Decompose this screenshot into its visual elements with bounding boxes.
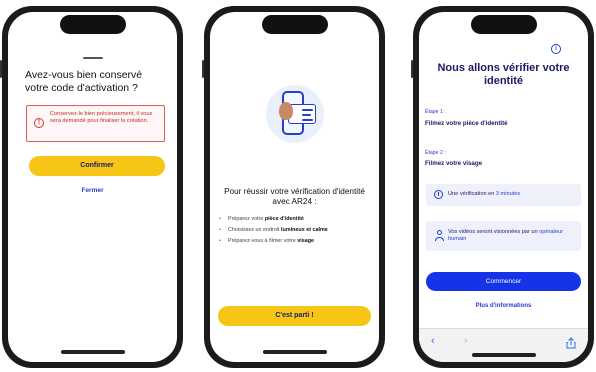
home-indicator — [262, 350, 327, 354]
list-item: Préparez-vous à filmer votre visage — [219, 236, 373, 247]
forward-icon[interactable]: › — [464, 335, 468, 347]
share-icon[interactable] — [566, 337, 576, 351]
step2-value: Filmez votre visage — [425, 160, 483, 167]
home-indicator — [60, 350, 125, 354]
sheet-title: Avez-vous bien conservé votre code d'act… — [25, 69, 143, 94]
person-icon — [437, 230, 442, 235]
alert-message: Conservez-le bien précieusement, il vous… — [50, 111, 153, 124]
volume-button — [202, 60, 204, 78]
exclamation-circle-icon: ! — [34, 118, 44, 128]
face-illustration — [279, 102, 293, 120]
info-icon[interactable]: i — [551, 44, 561, 54]
intro-title: Pour réussir votre vérification d'identi… — [224, 187, 365, 206]
start-button[interactable]: C'est parti ! — [218, 306, 371, 326]
operator-card: Vos vidéos seront visionnées par un opér… — [426, 221, 581, 251]
identity-verification-screen: i Nous allons vérifier votre identité Ét… — [419, 12, 588, 362]
warning-alert: ! Conservez-le bien précieusement, il vo… — [26, 105, 165, 142]
step1-label: Étape 1 : — [425, 109, 446, 115]
activation-code-sheet: Avez-vous bien conservé votre code d'act… — [8, 12, 177, 362]
duration-card: Une vérification en 3 minutes — [426, 184, 581, 206]
dynamic-island — [261, 15, 328, 34]
phone-id-card-icon — [266, 85, 324, 143]
operator-text: Vos vidéos seront visionnées par un opér… — [448, 229, 564, 242]
home-indicator — [471, 353, 536, 357]
verification-intro-screen: Pour réussir votre vérification d'identi… — [210, 12, 379, 362]
volume-button — [0, 60, 2, 78]
page-title: Nous allons vérifier votre identité — [437, 62, 570, 87]
list-item: Choisissez un endroit lumineux et calme — [219, 225, 373, 236]
more-info-link[interactable]: Plus d'informations — [419, 303, 588, 309]
confirm-button[interactable]: Confirmer — [29, 156, 165, 176]
preparation-steps: Préparez votre pièce d'identité Choisiss… — [219, 214, 373, 247]
browser-toolbar: ‹ › — [419, 328, 588, 362]
duration-text: Une vérification en 3 minutes — [448, 191, 521, 197]
start-verification-button[interactable]: Commencer — [426, 272, 581, 291]
list-item: Préparez votre pièce d'identité — [219, 214, 373, 225]
back-icon[interactable]: ‹ — [431, 335, 435, 347]
step1-value: Filmez votre pièce d'identité — [425, 120, 508, 127]
dynamic-island — [59, 15, 126, 34]
volume-button — [411, 60, 413, 78]
phone-frame-verification: i Nous allons vérifier votre identité Ét… — [413, 6, 594, 368]
phone-frame-activation: Avez-vous bien conservé votre code d'act… — [2, 6, 183, 368]
clock-icon — [434, 190, 443, 199]
dynamic-island — [470, 15, 537, 34]
step2-label: Étape 2 : — [425, 150, 446, 156]
sheet-grabber[interactable] — [82, 57, 103, 59]
phone-frame-intro: Pour réussir votre vérification d'identi… — [204, 6, 385, 368]
close-link[interactable]: Fermer — [8, 187, 177, 194]
